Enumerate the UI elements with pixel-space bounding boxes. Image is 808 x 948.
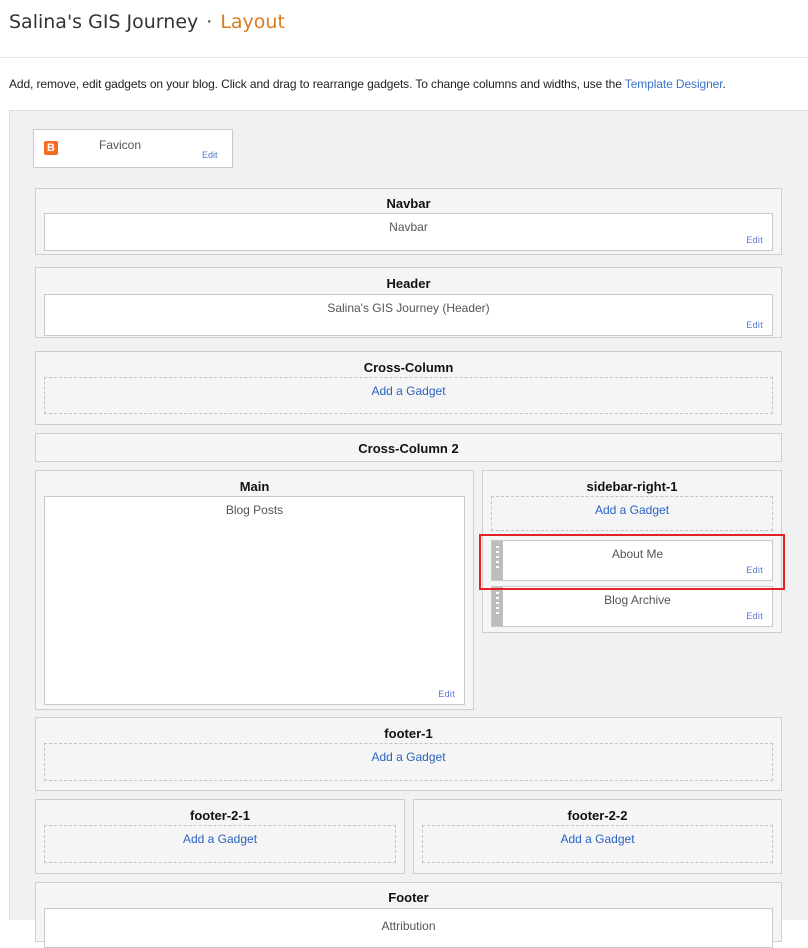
footer-2-1-section: footer-2-1 Add a Gadget (35, 799, 405, 874)
intro-description: Add, remove, edit gadgets on your blog. … (9, 77, 625, 91)
attribution-gadget[interactable]: Attribution (44, 908, 773, 948)
blog-posts-gadget[interactable]: Blog Posts Edit (44, 496, 465, 705)
layout-canvas: B Favicon Edit Navbar Navbar Edit Header… (9, 110, 808, 948)
sidebar-add-gadget[interactable]: Add a Gadget (491, 496, 773, 531)
navbar-gadget[interactable]: Navbar Edit (44, 213, 773, 251)
footer-2-2-section: footer-2-2 Add a Gadget (413, 799, 782, 874)
blog-posts-edit-link[interactable]: Edit (438, 689, 455, 699)
cross-column-title: Cross-Column (363, 360, 454, 375)
top-bar: Salina's GIS Journey · Layout (0, 0, 808, 58)
add-gadget-link[interactable]: Add a Gadget (45, 832, 395, 846)
footer-2-2-add-gadget[interactable]: Add a Gadget (422, 825, 773, 863)
blog-archive-label: Blog Archive (604, 593, 671, 607)
add-gadget-link[interactable]: Add a Gadget (45, 384, 772, 398)
main-section: Main Blog Posts Edit (35, 470, 474, 710)
favicon-gadget[interactable]: B Favicon Edit (33, 129, 233, 168)
main-section-title: Main (239, 479, 270, 494)
footer-2-1-title: footer-2-1 (190, 808, 250, 823)
navbar-edit-link[interactable]: Edit (746, 235, 763, 245)
title-separator: · (206, 11, 213, 33)
header-section-title: Header (386, 276, 431, 291)
header-section: Header Salina's GIS Journey (Header) Edi… (35, 267, 782, 338)
page-title: Salina's GIS Journey · Layout (9, 11, 285, 33)
cross-column-section: Cross-Column Add a Gadget (35, 351, 782, 425)
blog-archive-edit-link[interactable]: Edit (746, 611, 763, 621)
add-gadget-link[interactable]: Add a Gadget (423, 832, 772, 846)
add-gadget-link[interactable]: Add a Gadget (45, 750, 772, 764)
header-gadget-label: Salina's GIS Journey (Header) (327, 301, 490, 315)
navbar-gadget-label: Navbar (389, 220, 428, 234)
footer-1-add-gadget[interactable]: Add a Gadget (44, 743, 773, 781)
intro-text: Add, remove, edit gadgets on your blog. … (9, 77, 726, 91)
navbar-section-title: Navbar (386, 196, 431, 211)
blogger-logo-icon: B (44, 141, 58, 155)
sidebar-right-1-title: sidebar-right-1 (586, 479, 678, 494)
footer-1-section: footer-1 Add a Gadget (35, 717, 782, 791)
favicon-edit-link[interactable]: Edit (202, 150, 218, 160)
template-designer-link[interactable]: Template Designer (625, 77, 723, 91)
attribution-label: Attribution (381, 919, 436, 933)
intro-period: . (722, 77, 726, 91)
cross-column-2-section: Cross-Column 2 (35, 433, 782, 462)
cross-column-2-title: Cross-Column 2 (358, 441, 459, 456)
footer-1-title: footer-1 (384, 726, 433, 741)
header-gadget[interactable]: Salina's GIS Journey (Header) Edit (44, 294, 773, 336)
cross-column-add-gadget[interactable]: Add a Gadget (44, 377, 773, 414)
navbar-section: Navbar Navbar Edit (35, 188, 782, 255)
blog-title[interactable]: Salina's GIS Journey (9, 11, 198, 33)
section-title: Layout (220, 11, 285, 33)
footer-section-title: Footer (388, 890, 429, 905)
blog-posts-label: Blog Posts (225, 503, 284, 517)
header-edit-link[interactable]: Edit (746, 320, 763, 330)
add-gadget-link[interactable]: Add a Gadget (492, 503, 772, 517)
highlight-box (479, 534, 785, 590)
drag-handle-icon[interactable] (492, 587, 503, 626)
footer-section: Footer Attribution (35, 882, 782, 948)
favicon-label: Favicon (99, 138, 142, 152)
blog-archive-gadget[interactable]: Blog Archive Edit (491, 586, 773, 627)
footer-2-2-title: footer-2-2 (567, 808, 628, 823)
footer-2-1-add-gadget[interactable]: Add a Gadget (44, 825, 396, 863)
